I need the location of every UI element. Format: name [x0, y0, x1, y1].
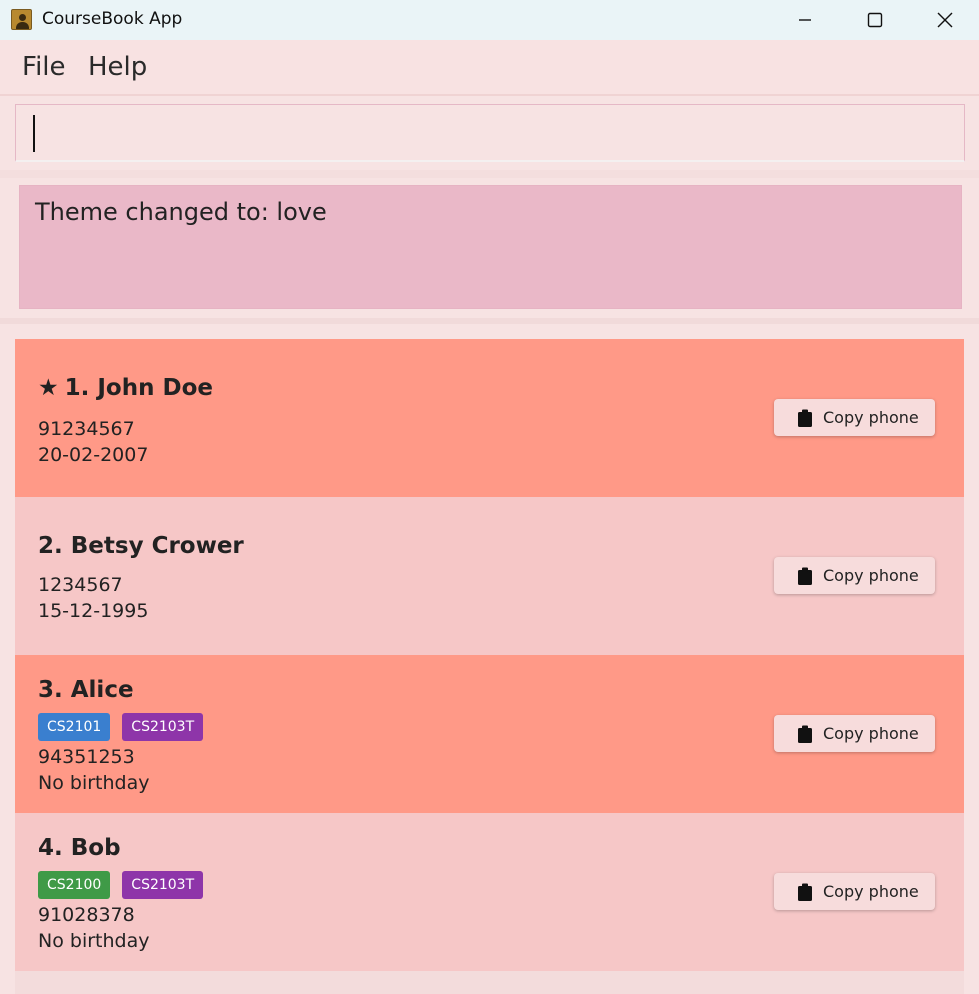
person-phone: 91234567 [38, 418, 135, 440]
person-phone: 1234567 [38, 574, 123, 596]
divider [0, 170, 979, 178]
clipboard-icon [798, 883, 812, 901]
tag-list: CS2100 CS2103T [38, 871, 204, 899]
window-title: CourseBook App [42, 9, 183, 29]
command-input[interactable] [16, 105, 964, 160]
copy-phone-label: Copy phone [823, 566, 919, 585]
clipboard-icon [798, 567, 812, 585]
person-birthday: 20-02-2007 [38, 444, 149, 466]
copy-phone-label: Copy phone [823, 882, 919, 901]
menu-file[interactable]: File [22, 52, 66, 82]
text-caret [33, 115, 35, 152]
star-icon: ★ [38, 375, 59, 401]
list-bottom [15, 971, 964, 994]
person-birthday: 15-12-1995 [38, 600, 149, 622]
clipboard-icon [798, 409, 812, 427]
person-phone: 91028378 [38, 904, 135, 926]
result-text: Theme changed to: love [35, 198, 327, 226]
minimize-icon[interactable] [770, 0, 840, 40]
person-card[interactable]: 4. Bob CS2100 CS2103T 91028378 No birthd… [15, 813, 964, 971]
copy-phone-button[interactable]: Copy phone [774, 873, 935, 910]
tag: CS2100 [38, 871, 111, 899]
person-birthday: No birthday [38, 772, 150, 794]
tag: CS2103T [122, 871, 204, 899]
person-name: 4. Bob [38, 835, 121, 861]
person-name: 2. Betsy Crower [38, 533, 244, 559]
person-birthday: No birthday [38, 930, 150, 952]
person-card[interactable]: 3. Alice CS2101 CS2103T 94351253 No birt… [15, 655, 964, 813]
divider [0, 318, 979, 324]
close-icon[interactable] [910, 0, 979, 40]
person-name: ★ 1. John Doe [38, 375, 213, 401]
tag: CS2103T [122, 713, 204, 741]
copy-phone-label: Copy phone [823, 408, 919, 427]
copy-phone-button[interactable]: Copy phone [774, 557, 935, 594]
result-display: Theme changed to: love [19, 185, 962, 309]
tag: CS2101 [38, 713, 111, 741]
copy-phone-button[interactable]: Copy phone [774, 399, 935, 436]
title-bar[interactable]: CourseBook App [0, 0, 979, 40]
person-card[interactable]: 2. Betsy Crower 1234567 15-12-1995 Copy … [15, 497, 964, 655]
copy-phone-button[interactable]: Copy phone [774, 715, 935, 752]
menu-bar: File Help [0, 40, 979, 96]
maximize-icon[interactable] [840, 0, 910, 40]
person-name: 3. Alice [38, 677, 134, 703]
command-box[interactable] [15, 104, 965, 162]
copy-phone-label: Copy phone [823, 724, 919, 743]
person-phone: 94351253 [38, 746, 135, 768]
person-card[interactable]: ★ 1. John Doe 91234567 20-02-2007 Copy ph… [15, 339, 964, 497]
menu-help[interactable]: Help [88, 52, 147, 82]
app-icon [11, 9, 32, 30]
clipboard-icon [798, 725, 812, 743]
person-list[interactable]: ★ 1. John Doe 91234567 20-02-2007 Copy ph… [15, 339, 964, 971]
tag-list: CS2101 CS2103T [38, 713, 204, 741]
